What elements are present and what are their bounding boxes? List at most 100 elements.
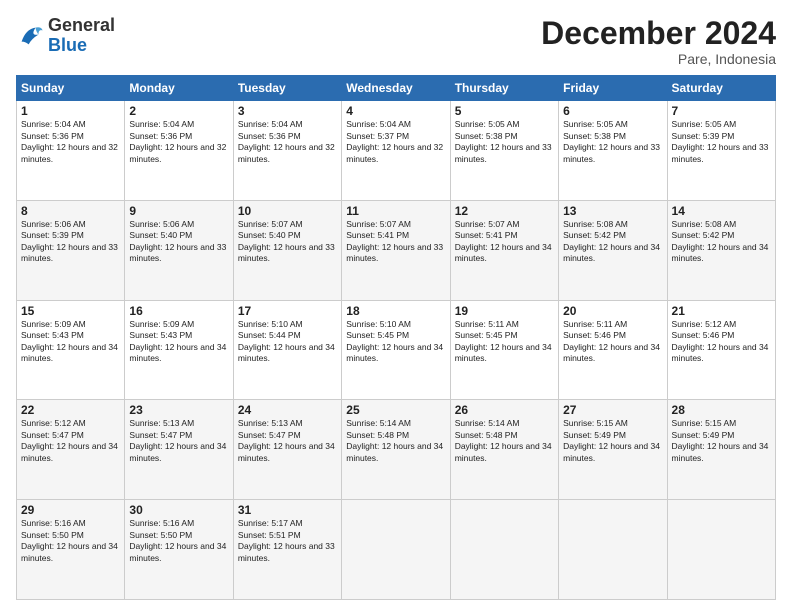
day-number: 3 xyxy=(238,104,337,118)
day-number: 14 xyxy=(672,204,771,218)
calendar-week-4: 22 Sunrise: 5:12 AMSunset: 5:47 PMDaylig… xyxy=(17,400,776,500)
weekday-header-thursday: Thursday xyxy=(450,76,558,101)
day-number: 2 xyxy=(129,104,228,118)
calendar-cell: 8 Sunrise: 5:06 AMSunset: 5:39 PMDayligh… xyxy=(17,200,125,300)
calendar-cell: 21 Sunrise: 5:12 AMSunset: 5:46 PMDaylig… xyxy=(667,300,775,400)
cell-info: Sunrise: 5:08 AMSunset: 5:42 PMDaylight:… xyxy=(672,219,769,263)
weekday-header-monday: Monday xyxy=(125,76,233,101)
day-number: 22 xyxy=(21,403,120,417)
calendar-cell: 24 Sunrise: 5:13 AMSunset: 5:47 PMDaylig… xyxy=(233,400,341,500)
cell-info: Sunrise: 5:10 AMSunset: 5:45 PMDaylight:… xyxy=(346,319,443,363)
day-number: 21 xyxy=(672,304,771,318)
day-number: 11 xyxy=(346,204,445,218)
cell-info: Sunrise: 5:15 AMSunset: 5:49 PMDaylight:… xyxy=(563,418,660,462)
cell-info: Sunrise: 5:08 AMSunset: 5:42 PMDaylight:… xyxy=(563,219,660,263)
day-number: 6 xyxy=(563,104,662,118)
day-number: 24 xyxy=(238,403,337,417)
calendar-cell xyxy=(450,500,558,600)
cell-info: Sunrise: 5:09 AMSunset: 5:43 PMDaylight:… xyxy=(21,319,118,363)
calendar-week-5: 29 Sunrise: 5:16 AMSunset: 5:50 PMDaylig… xyxy=(17,500,776,600)
cell-info: Sunrise: 5:15 AMSunset: 5:49 PMDaylight:… xyxy=(672,418,769,462)
day-number: 29 xyxy=(21,503,120,517)
calendar-cell: 17 Sunrise: 5:10 AMSunset: 5:44 PMDaylig… xyxy=(233,300,341,400)
calendar-cell: 9 Sunrise: 5:06 AMSunset: 5:40 PMDayligh… xyxy=(125,200,233,300)
day-number: 5 xyxy=(455,104,554,118)
day-number: 23 xyxy=(129,403,228,417)
calendar-cell: 11 Sunrise: 5:07 AMSunset: 5:41 PMDaylig… xyxy=(342,200,450,300)
day-number: 15 xyxy=(21,304,120,318)
calendar-cell: 6 Sunrise: 5:05 AMSunset: 5:38 PMDayligh… xyxy=(559,101,667,201)
logo: General Blue xyxy=(16,16,115,56)
day-number: 18 xyxy=(346,304,445,318)
calendar-week-2: 8 Sunrise: 5:06 AMSunset: 5:39 PMDayligh… xyxy=(17,200,776,300)
calendar-cell: 27 Sunrise: 5:15 AMSunset: 5:49 PMDaylig… xyxy=(559,400,667,500)
cell-info: Sunrise: 5:05 AMSunset: 5:39 PMDaylight:… xyxy=(672,119,769,163)
day-number: 28 xyxy=(672,403,771,417)
calendar-cell: 30 Sunrise: 5:16 AMSunset: 5:50 PMDaylig… xyxy=(125,500,233,600)
cell-info: Sunrise: 5:12 AMSunset: 5:46 PMDaylight:… xyxy=(672,319,769,363)
cell-info: Sunrise: 5:07 AMSunset: 5:41 PMDaylight:… xyxy=(346,219,443,263)
calendar-cell: 1 Sunrise: 5:04 AMSunset: 5:36 PMDayligh… xyxy=(17,101,125,201)
cell-info: Sunrise: 5:10 AMSunset: 5:44 PMDaylight:… xyxy=(238,319,335,363)
calendar-cell: 28 Sunrise: 5:15 AMSunset: 5:49 PMDaylig… xyxy=(667,400,775,500)
day-number: 26 xyxy=(455,403,554,417)
cell-info: Sunrise: 5:05 AMSunset: 5:38 PMDaylight:… xyxy=(563,119,660,163)
calendar-cell: 14 Sunrise: 5:08 AMSunset: 5:42 PMDaylig… xyxy=(667,200,775,300)
cell-info: Sunrise: 5:05 AMSunset: 5:38 PMDaylight:… xyxy=(455,119,552,163)
calendar-cell: 29 Sunrise: 5:16 AMSunset: 5:50 PMDaylig… xyxy=(17,500,125,600)
title-block: December 2024 Pare, Indonesia xyxy=(541,16,776,67)
cell-info: Sunrise: 5:06 AMSunset: 5:40 PMDaylight:… xyxy=(129,219,226,263)
logo-text: General Blue xyxy=(48,16,115,56)
calendar-cell: 20 Sunrise: 5:11 AMSunset: 5:46 PMDaylig… xyxy=(559,300,667,400)
calendar-cell: 15 Sunrise: 5:09 AMSunset: 5:43 PMDaylig… xyxy=(17,300,125,400)
calendar-cell: 26 Sunrise: 5:14 AMSunset: 5:48 PMDaylig… xyxy=(450,400,558,500)
month-title: December 2024 xyxy=(541,16,776,51)
cell-info: Sunrise: 5:14 AMSunset: 5:48 PMDaylight:… xyxy=(346,418,443,462)
weekday-header-wednesday: Wednesday xyxy=(342,76,450,101)
cell-info: Sunrise: 5:17 AMSunset: 5:51 PMDaylight:… xyxy=(238,518,335,562)
calendar-cell: 12 Sunrise: 5:07 AMSunset: 5:41 PMDaylig… xyxy=(450,200,558,300)
calendar-cell: 18 Sunrise: 5:10 AMSunset: 5:45 PMDaylig… xyxy=(342,300,450,400)
header: General Blue December 2024 Pare, Indones… xyxy=(16,16,776,67)
weekday-header-sunday: Sunday xyxy=(17,76,125,101)
day-number: 30 xyxy=(129,503,228,517)
day-number: 8 xyxy=(21,204,120,218)
day-number: 12 xyxy=(455,204,554,218)
calendar-cell: 31 Sunrise: 5:17 AMSunset: 5:51 PMDaylig… xyxy=(233,500,341,600)
calendar-cell: 16 Sunrise: 5:09 AMSunset: 5:43 PMDaylig… xyxy=(125,300,233,400)
day-number: 31 xyxy=(238,503,337,517)
cell-info: Sunrise: 5:04 AMSunset: 5:36 PMDaylight:… xyxy=(21,119,118,163)
day-number: 19 xyxy=(455,304,554,318)
weekday-header-saturday: Saturday xyxy=(667,76,775,101)
calendar-cell: 13 Sunrise: 5:08 AMSunset: 5:42 PMDaylig… xyxy=(559,200,667,300)
calendar-cell: 5 Sunrise: 5:05 AMSunset: 5:38 PMDayligh… xyxy=(450,101,558,201)
cell-info: Sunrise: 5:04 AMSunset: 5:36 PMDaylight:… xyxy=(238,119,335,163)
calendar-cell: 4 Sunrise: 5:04 AMSunset: 5:37 PMDayligh… xyxy=(342,101,450,201)
cell-info: Sunrise: 5:04 AMSunset: 5:36 PMDaylight:… xyxy=(129,119,226,163)
calendar-table: SundayMondayTuesdayWednesdayThursdayFrid… xyxy=(16,75,776,600)
calendar-cell: 3 Sunrise: 5:04 AMSunset: 5:36 PMDayligh… xyxy=(233,101,341,201)
day-number: 1 xyxy=(21,104,120,118)
cell-info: Sunrise: 5:06 AMSunset: 5:39 PMDaylight:… xyxy=(21,219,118,263)
calendar-cell: 22 Sunrise: 5:12 AMSunset: 5:47 PMDaylig… xyxy=(17,400,125,500)
cell-info: Sunrise: 5:12 AMSunset: 5:47 PMDaylight:… xyxy=(21,418,118,462)
day-number: 7 xyxy=(672,104,771,118)
calendar-week-3: 15 Sunrise: 5:09 AMSunset: 5:43 PMDaylig… xyxy=(17,300,776,400)
cell-info: Sunrise: 5:16 AMSunset: 5:50 PMDaylight:… xyxy=(21,518,118,562)
calendar-cell: 23 Sunrise: 5:13 AMSunset: 5:47 PMDaylig… xyxy=(125,400,233,500)
day-number: 9 xyxy=(129,204,228,218)
cell-info: Sunrise: 5:13 AMSunset: 5:47 PMDaylight:… xyxy=(238,418,335,462)
logo-bird-icon xyxy=(16,22,44,50)
calendar-week-1: 1 Sunrise: 5:04 AMSunset: 5:36 PMDayligh… xyxy=(17,101,776,201)
cell-info: Sunrise: 5:13 AMSunset: 5:47 PMDaylight:… xyxy=(129,418,226,462)
cell-info: Sunrise: 5:14 AMSunset: 5:48 PMDaylight:… xyxy=(455,418,552,462)
day-number: 25 xyxy=(346,403,445,417)
calendar-cell xyxy=(667,500,775,600)
cell-info: Sunrise: 5:07 AMSunset: 5:40 PMDaylight:… xyxy=(238,219,335,263)
day-number: 13 xyxy=(563,204,662,218)
cell-info: Sunrise: 5:07 AMSunset: 5:41 PMDaylight:… xyxy=(455,219,552,263)
day-number: 20 xyxy=(563,304,662,318)
location: Pare, Indonesia xyxy=(541,51,776,67)
page: General Blue December 2024 Pare, Indones… xyxy=(0,0,792,612)
cell-info: Sunrise: 5:09 AMSunset: 5:43 PMDaylight:… xyxy=(129,319,226,363)
